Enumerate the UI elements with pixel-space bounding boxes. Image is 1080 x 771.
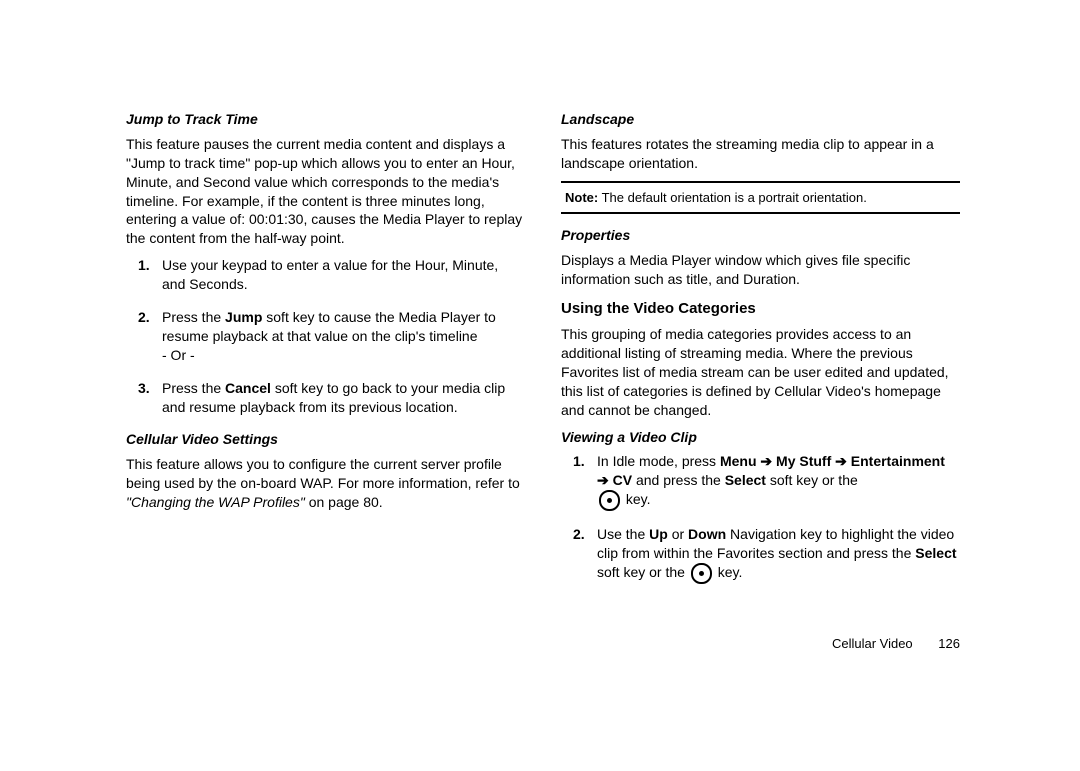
- bold-text: Down: [688, 526, 726, 542]
- list-viewing: 1. In Idle mode, press Menu ➔ My Stuff ➔…: [561, 452, 960, 584]
- bold-text: Jump: [225, 309, 262, 325]
- text: Press the: [162, 309, 225, 325]
- text: soft key or the: [597, 564, 689, 580]
- note-box: Note: The default orientation is a portr…: [561, 181, 960, 215]
- footer-section: Cellular Video: [832, 636, 913, 651]
- list-body: Press the Cancel soft key to go back to …: [162, 379, 525, 417]
- list-number: 1.: [138, 256, 162, 294]
- page-footer: Cellular Video 126: [832, 636, 960, 651]
- text: Use the: [597, 526, 649, 542]
- bold-text: Select: [725, 472, 766, 488]
- list-body: Press the Jump soft key to cause the Med…: [162, 308, 525, 365]
- bold-text: My Stuff: [776, 453, 831, 469]
- para-cvs: This feature allows you to configure the…: [126, 455, 525, 512]
- para-properties: Displays a Media Player window which giv…: [561, 251, 960, 289]
- right-column: Landscape This features rotates the stre…: [561, 110, 960, 598]
- list-item: 1. In Idle mode, press Menu ➔ My Stuff ➔…: [561, 452, 960, 511]
- heading-jump-to-track-time: Jump to Track Time: [126, 110, 525, 129]
- text: This feature allows you to configure the…: [126, 456, 520, 491]
- list-item: 2. Press the Jump soft key to cause the …: [126, 308, 525, 365]
- list-number: 2.: [138, 308, 162, 365]
- text: Press the: [162, 380, 225, 396]
- list-body: In Idle mode, press Menu ➔ My Stuff ➔ En…: [597, 452, 960, 511]
- arrow-icon: ➔: [597, 472, 613, 488]
- bold-text: Up: [649, 526, 668, 542]
- text: soft key or the: [766, 472, 858, 488]
- para-landscape: This features rotates the streaming medi…: [561, 135, 960, 173]
- arrow-icon: ➔: [831, 453, 851, 469]
- text: or: [668, 526, 688, 542]
- para-categories: This grouping of media categories provid…: [561, 325, 960, 419]
- document-page: Jump to Track Time This feature pauses t…: [0, 0, 1080, 638]
- text: In Idle mode, press: [597, 453, 720, 469]
- heading-cellular-video-settings: Cellular Video Settings: [126, 430, 525, 449]
- heading-properties: Properties: [561, 226, 960, 245]
- text: key.: [622, 491, 651, 507]
- ok-key-icon: [599, 490, 620, 511]
- left-column: Jump to Track Time This feature pauses t…: [126, 110, 525, 598]
- reference-text: "Changing the WAP Profiles": [126, 494, 309, 510]
- list-number: 1.: [573, 452, 597, 511]
- list-number: 3.: [138, 379, 162, 417]
- heading-viewing-video-clip: Viewing a Video Clip: [561, 428, 960, 447]
- para-jump: This feature pauses the current media co…: [126, 135, 525, 248]
- footer-page-number: 126: [938, 636, 960, 651]
- text: and press the: [632, 472, 725, 488]
- note-text: The default orientation is a portrait or…: [598, 190, 867, 205]
- bold-text: CV: [613, 472, 632, 488]
- note-label: Note:: [565, 190, 598, 205]
- bold-text: Select: [915, 545, 956, 561]
- list-body: Use the Up or Down Navigation key to hig…: [597, 525, 960, 584]
- list-item: 2. Use the Up or Down Navigation key to …: [561, 525, 960, 584]
- bold-text: Menu: [720, 453, 757, 469]
- text: key.: [714, 564, 743, 580]
- bold-text: Entertainment: [851, 453, 945, 469]
- bold-text: Cancel: [225, 380, 271, 396]
- or-text: - Or -: [162, 346, 525, 365]
- list-jump: 1. Use your keypad to enter a value for …: [126, 256, 525, 416]
- ok-key-icon: [691, 563, 712, 584]
- list-item: 3. Press the Cancel soft key to go back …: [126, 379, 525, 417]
- list-body: Use your keypad to enter a value for the…: [162, 256, 525, 294]
- heading-landscape: Landscape: [561, 110, 960, 129]
- text: on page 80.: [309, 494, 383, 510]
- arrow-icon: ➔: [757, 453, 777, 469]
- list-item: 1. Use your keypad to enter a value for …: [126, 256, 525, 294]
- heading-using-video-categories: Using the Video Categories: [561, 299, 960, 319]
- list-number: 2.: [573, 525, 597, 584]
